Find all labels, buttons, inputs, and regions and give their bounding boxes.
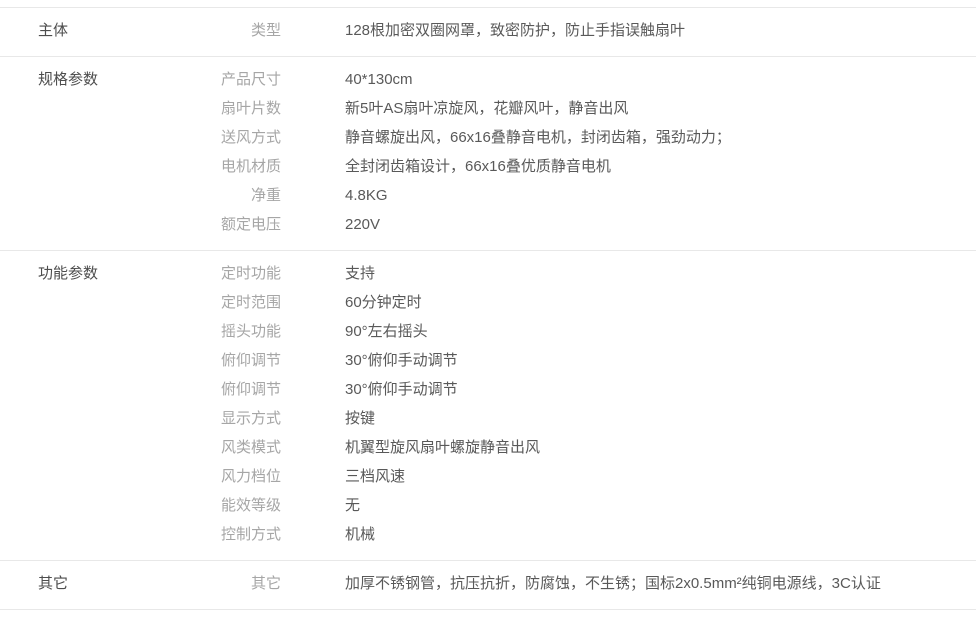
spec-value: 90°左右摇头 [345,317,428,346]
spec-row: 能效等级 无 [215,491,976,520]
spec-row: 风力档位 三档风速 [215,462,976,491]
spec-value: 全封闭齿箱设计，66x16叠优质静音电机 [345,152,611,181]
spec-value: 支持 [345,259,375,288]
spec-row: 其它 加厚不锈钢管，抗压抗折，防腐蚀，不生锈；国标2x0.5mm²纯铜电源线，3… [215,569,976,598]
spec-label: 电机材质 [215,152,281,181]
spec-value: 静音螺旋出风，66x16叠静音电机，封闭齿箱，强劲动力； [345,123,731,152]
section-rows: 其它 加厚不锈钢管，抗压抗折，防腐蚀，不生锈；国标2x0.5mm²纯铜电源线，3… [215,569,976,598]
section-rows: 类型 128根加密双圈网罩，致密防护，防止手指误触扇叶 [215,16,976,45]
spec-row: 送风方式 静音螺旋出风，66x16叠静音电机，封闭齿箱，强劲动力； [215,123,976,152]
spec-label: 显示方式 [215,404,281,433]
spec-row: 电机材质 全封闭齿箱设计，66x16叠优质静音电机 [215,152,976,181]
spec-label: 能效等级 [215,491,281,520]
section-title: 功能参数 [0,259,215,549]
spec-label: 送风方式 [215,123,281,152]
spec-value: 128根加密双圈网罩，致密防护，防止手指误触扇叶 [345,16,685,45]
spec-row: 摇头功能 90°左右摇头 [215,317,976,346]
spec-value: 无 [345,491,360,520]
spec-value: 60分钟定时 [345,288,422,317]
spec-label: 扇叶片数 [215,94,281,123]
spec-value: 220V [345,210,380,239]
spec-value: 机械 [345,520,375,549]
spec-label: 额定电压 [215,210,281,239]
spec-value: 30°俯仰手动调节 [345,375,458,404]
product-spec-table: 主体 类型 128根加密双圈网罩，致密防护，防止手指误触扇叶 规格参数 产品尺寸… [0,7,976,610]
spec-value: 30°俯仰手动调节 [345,346,458,375]
spec-value: 4.8KG [345,181,388,210]
spec-row: 扇叶片数 新5叶AS扇叶凉旋风，花瓣风叶，静音出风 [215,94,976,123]
spec-label: 俯仰调节 [215,375,281,404]
spec-row: 显示方式 按键 [215,404,976,433]
spec-label: 摇头功能 [215,317,281,346]
spec-label: 俯仰调节 [215,346,281,375]
spec-label: 产品尺寸 [215,65,281,94]
spec-row: 俯仰调节 30°俯仰手动调节 [215,346,976,375]
spec-section-2: 功能参数 定时功能 支持 定时范围 60分钟定时 摇头功能 90°左右摇头 俯仰… [0,251,976,561]
spec-row: 定时范围 60分钟定时 [215,288,976,317]
spec-row: 净重 4.8KG [215,181,976,210]
spec-value: 三档风速 [345,462,405,491]
spec-value: 40*130cm [345,65,413,94]
spec-section-3: 其它 其它 加厚不锈钢管，抗压抗折，防腐蚀，不生锈；国标2x0.5mm²纯铜电源… [0,561,976,610]
spec-row: 控制方式 机械 [215,520,976,549]
spec-value: 新5叶AS扇叶凉旋风，花瓣风叶，静音出风 [345,94,628,123]
spec-row: 风类模式 机翼型旋风扇叶螺旋静音出风 [215,433,976,462]
spec-row: 产品尺寸 40*130cm [215,65,976,94]
spec-row: 定时功能 支持 [215,259,976,288]
spec-value: 按键 [345,404,375,433]
spec-section-1: 规格参数 产品尺寸 40*130cm 扇叶片数 新5叶AS扇叶凉旋风，花瓣风叶，… [0,57,976,251]
spec-label: 定时范围 [215,288,281,317]
section-title: 其它 [0,569,215,598]
section-rows: 定时功能 支持 定时范围 60分钟定时 摇头功能 90°左右摇头 俯仰调节 30… [215,259,976,549]
spec-row: 俯仰调节 30°俯仰手动调节 [215,375,976,404]
spec-label: 类型 [215,16,281,45]
spec-label: 风类模式 [215,433,281,462]
spec-row: 额定电压 220V [215,210,976,239]
spec-value: 加厚不锈钢管，抗压抗折，防腐蚀，不生锈；国标2x0.5mm²纯铜电源线，3C认证 [345,569,881,598]
section-title: 规格参数 [0,65,215,239]
spec-label: 定时功能 [215,259,281,288]
spec-row: 类型 128根加密双圈网罩，致密防护，防止手指误触扇叶 [215,16,976,45]
spec-section-0: 主体 类型 128根加密双圈网罩，致密防护，防止手指误触扇叶 [0,8,976,57]
spec-label: 控制方式 [215,520,281,549]
spec-label: 净重 [215,181,281,210]
section-rows: 产品尺寸 40*130cm 扇叶片数 新5叶AS扇叶凉旋风，花瓣风叶，静音出风 … [215,65,976,239]
section-title: 主体 [0,16,215,45]
spec-value: 机翼型旋风扇叶螺旋静音出风 [345,433,540,462]
spec-label: 风力档位 [215,462,281,491]
spec-label: 其它 [215,569,281,598]
